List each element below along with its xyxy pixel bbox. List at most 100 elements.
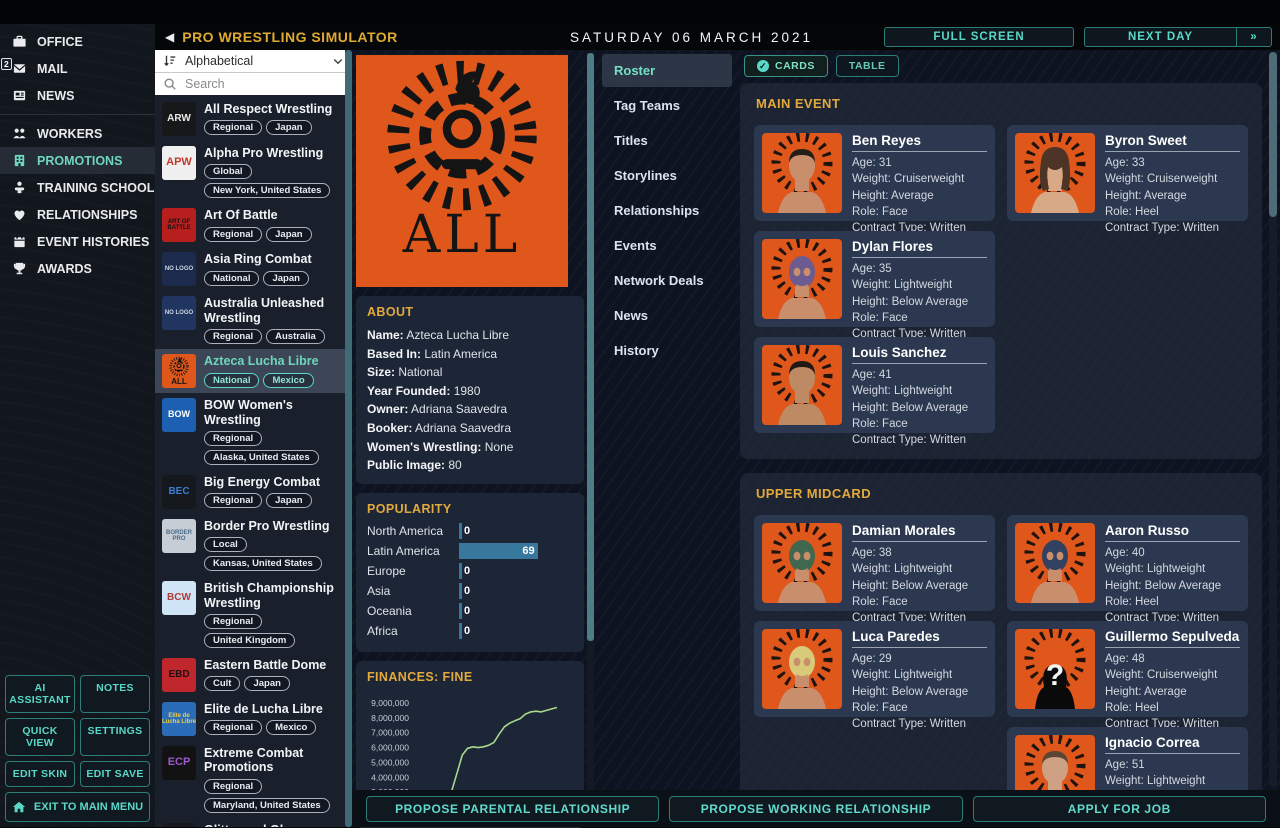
wrestler-card[interactable]: Aaron RussoAge: 40Weight: LightweightHei… bbox=[1007, 515, 1248, 611]
wrestler-stat: Weight: Cruiserweight bbox=[1105, 171, 1240, 187]
wrestler-card[interactable]: Luca ParedesAge: 29Weight: LightweightHe… bbox=[754, 621, 995, 717]
sidebar-item-label: WORKERS bbox=[37, 127, 102, 141]
detail-scrollbar[interactable] bbox=[587, 53, 594, 827]
promotion-badges: GlobalNew York, United States bbox=[204, 164, 340, 198]
svg-text:9,000,000: 9,000,000 bbox=[371, 698, 409, 708]
tab-relationships[interactable]: Relationships bbox=[602, 194, 732, 227]
popularity-row: Latin America69 bbox=[367, 543, 573, 560]
about-field-value: 1980 bbox=[454, 384, 481, 398]
edit-save-button[interactable]: EDIT SAVE bbox=[80, 761, 150, 787]
tab-news[interactable]: News bbox=[602, 299, 732, 332]
tab-roster[interactable]: Roster bbox=[602, 54, 732, 87]
wrestler-card[interactable]: Dylan FloresAge: 35Weight: LightweightHe… bbox=[754, 231, 995, 327]
ai-assistant-button[interactable]: AI ASSISTANT bbox=[5, 675, 75, 713]
sidebar-item-news[interactable]: NEWS bbox=[0, 82, 155, 109]
promotion-logo-text: BORDER PRO bbox=[162, 530, 196, 543]
next-day-button[interactable]: NEXT DAY bbox=[1084, 27, 1236, 47]
sidebar-item-event-histories[interactable]: EVENT HISTORIES bbox=[0, 228, 155, 255]
sidebar-item-awards[interactable]: AWARDS bbox=[0, 255, 155, 282]
sidebar-item-label: OFFICE bbox=[37, 35, 83, 49]
main-scrollbar[interactable] bbox=[1269, 52, 1277, 787]
promotion-list-item[interactable]: BECBig Energy CombatRegionalJapan bbox=[155, 470, 352, 514]
wrestler-stat: Height: Average bbox=[1105, 684, 1240, 700]
sort-dropdown[interactable]: Alphabetical bbox=[155, 50, 352, 73]
sidebar-item-promotions[interactable]: PROMOTIONS bbox=[0, 147, 155, 174]
promotion-list-item[interactable]: ART OF BATTLEArt Of BattleRegionalJapan bbox=[155, 203, 352, 247]
sidebar-item-workers[interactable]: WORKERS bbox=[0, 120, 155, 147]
promotion-list-item[interactable]: EBDEastern Battle DomeCultJapan bbox=[155, 653, 352, 697]
wrestler-card[interactable]: ?Guillermo SepulvedaAge: 48Weight: Cruis… bbox=[1007, 621, 1248, 717]
wrestler-portrait: ? bbox=[1015, 629, 1095, 709]
building-icon bbox=[10, 153, 28, 168]
tab-history[interactable]: History bbox=[602, 334, 732, 367]
wrestler-card[interactable]: Damian MoralesAge: 38Weight: Lightweight… bbox=[754, 515, 995, 611]
sidebar-item-mail[interactable]: 2MAIL bbox=[0, 55, 155, 82]
promotion-name: British Championship Wrestling bbox=[204, 581, 340, 610]
sidebar-item-training-schools[interactable]: TRAINING SCHOOLS bbox=[0, 174, 155, 201]
promotion-logo: BCW bbox=[162, 581, 196, 615]
edit-skin-button[interactable]: EDIT SKIN bbox=[5, 761, 75, 787]
promotion-list-item[interactable]: ARWAll Respect WrestlingRegionalJapan bbox=[155, 97, 352, 141]
chevron-down-icon bbox=[332, 55, 344, 67]
promotion-list-item[interactable]: BCWBritish Championship WrestlingRegiona… bbox=[155, 576, 352, 653]
svg-text:8,000,000: 8,000,000 bbox=[371, 713, 409, 723]
promotion-list-item[interactable]: APWAlpha Pro WrestlingGlobalNew York, Un… bbox=[155, 141, 352, 203]
wrestler-name: Guillermo Sepulveda bbox=[1105, 629, 1240, 648]
wrestler-name: Aaron Russo bbox=[1105, 523, 1240, 542]
promotion-name: Eastern Battle Dome bbox=[204, 658, 326, 672]
promotion-list-item[interactable]: BORDER PROBorder Pro WrestlingLocalKansa… bbox=[155, 514, 352, 576]
promotion-logo-word: ALL bbox=[403, 217, 522, 253]
tab-storylines[interactable]: Storylines bbox=[602, 159, 732, 192]
promotions-scrollbar[interactable] bbox=[345, 50, 352, 827]
promotion-badge: National bbox=[204, 373, 259, 388]
full-screen-button[interactable]: FULL SCREEN bbox=[884, 27, 1074, 47]
app-header-bar: ◀ PRO WRESTLING SIMULATOR SATURDAY 06 MA… bbox=[155, 24, 1280, 50]
mail-icon: 2 bbox=[10, 61, 28, 76]
promotion-list-item[interactable]: ALLAzteca Lucha LibreNationalMexico bbox=[155, 349, 352, 393]
wrestler-card[interactable]: Ben ReyesAge: 31Weight: CruiserweightHei… bbox=[754, 125, 995, 221]
main-content: ✓ CARDS TABLE MAIN EVENTBen ReyesAge: 31… bbox=[736, 50, 1280, 827]
wrestler-name: Ben Reyes bbox=[852, 133, 987, 152]
sidebar-item-relationships[interactable]: RELATIONSHIPS bbox=[0, 201, 155, 228]
wrestler-card[interactable]: Louis SanchezAge: 41Weight: LightweightH… bbox=[754, 337, 995, 433]
skip-forward-button[interactable]: » bbox=[1236, 27, 1272, 47]
propose-parental-relationship-button[interactable]: PROPOSE PARENTAL RELATIONSHIP bbox=[366, 796, 659, 822]
wrestler-card[interactable]: Byron SweetAge: 33Weight: CruiserweightH… bbox=[1007, 125, 1248, 221]
wrestler-stat: Weight: Cruiserweight bbox=[1105, 667, 1240, 683]
tab-tag-teams[interactable]: Tag Teams bbox=[602, 89, 732, 122]
promotion-badge: United Kingdom bbox=[204, 633, 295, 648]
search-input[interactable]: Search bbox=[155, 73, 352, 95]
promotion-logo: ARW bbox=[162, 102, 196, 136]
popularity-row: Oceania0 bbox=[367, 603, 573, 620]
notes-button[interactable]: NOTES bbox=[80, 675, 150, 713]
promotion-list-item[interactable]: GLITTER & GLORYGlitter and Glory Wrestli… bbox=[155, 818, 352, 827]
promotion-list-item[interactable]: NO LOGOAsia Ring CombatNationalJapan bbox=[155, 247, 352, 291]
cards-view-button[interactable]: ✓ CARDS bbox=[744, 55, 828, 77]
promotion-list-item[interactable]: BOWBOW Women's WrestlingRegionalAlaska, … bbox=[155, 393, 352, 470]
popularity-bar: 0 bbox=[459, 583, 573, 599]
back-button[interactable]: ◀ bbox=[165, 30, 174, 44]
propose-working-relationship-button[interactable]: PROPOSE WORKING RELATIONSHIP bbox=[669, 796, 962, 822]
wrestler-stat: Height: Below Average bbox=[1105, 578, 1240, 594]
apply-for-job-button[interactable]: APPLY FOR JOB bbox=[973, 796, 1266, 822]
sidebar-item-office[interactable]: OFFICE bbox=[0, 28, 155, 55]
settings-button[interactable]: SETTINGS bbox=[80, 718, 150, 756]
search-placeholder: Search bbox=[185, 77, 344, 91]
wrestler-stat: Role: Heel bbox=[1105, 700, 1240, 716]
promotion-list-item[interactable]: Elite de Lucha LibreElite de Lucha Libre… bbox=[155, 697, 352, 741]
wrestler-stat: Age: 40 bbox=[1105, 545, 1240, 561]
table-view-button[interactable]: TABLE bbox=[836, 55, 899, 77]
promotion-name: Extreme Combat Promotions bbox=[204, 746, 340, 775]
exit-to-main-menu-button[interactable]: EXIT TO MAIN MENU bbox=[5, 792, 150, 822]
wrestler-portrait bbox=[762, 523, 842, 603]
wrestler-stat: Height: Below Average bbox=[852, 578, 987, 594]
sidebar-divider bbox=[0, 114, 155, 115]
tab-titles[interactable]: Titles bbox=[602, 124, 732, 157]
promotion-list-item[interactable]: NO LOGOAustralia Unleashed WrestlingRegi… bbox=[155, 291, 352, 349]
tab-events[interactable]: Events bbox=[602, 229, 732, 262]
promotion-list-item[interactable]: ECPExtreme Combat PromotionsRegionalMary… bbox=[155, 741, 352, 818]
promotion-name: All Respect Wrestling bbox=[204, 102, 332, 116]
tab-network-deals[interactable]: Network Deals bbox=[602, 264, 732, 297]
promotion-badges: RegionalMexico bbox=[204, 720, 323, 735]
quick-view-button[interactable]: QUICK VIEW bbox=[5, 718, 75, 756]
